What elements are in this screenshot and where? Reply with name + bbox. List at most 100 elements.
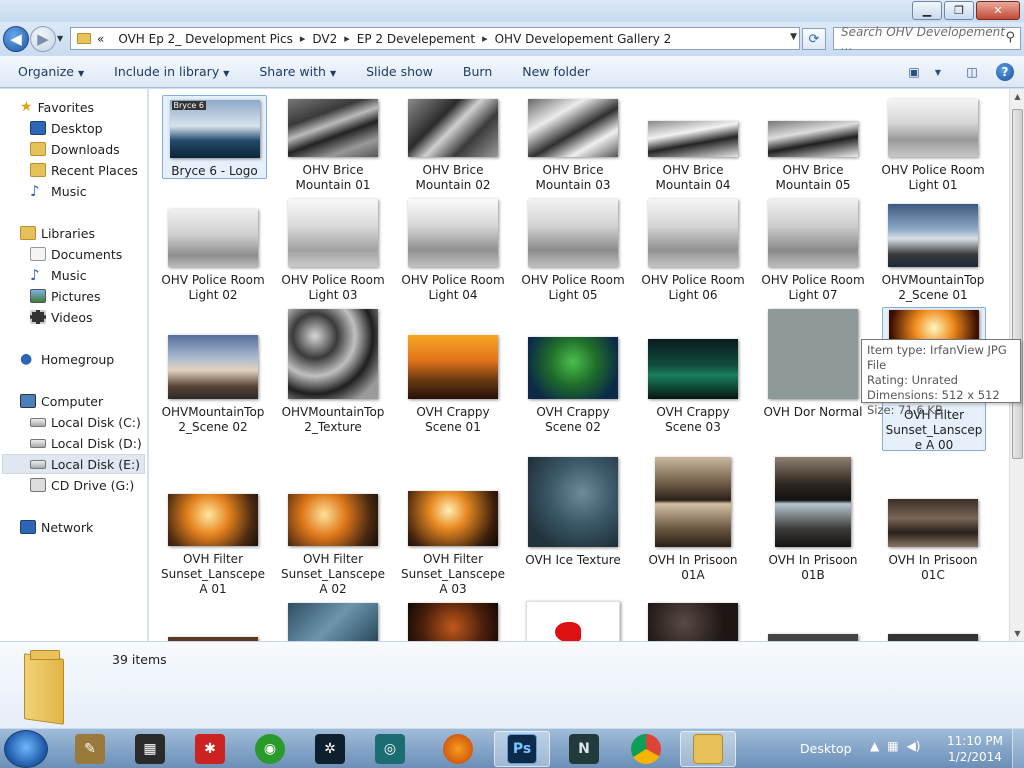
file-item[interactable]: OHV Brice Mountain 02 [399,99,507,193]
refresh-button[interactable]: ⟳ [802,28,826,50]
view-options-icon[interactable]: ▣ [904,62,924,82]
volume-icon[interactable]: ◀) [907,739,921,753]
taskbar-app-scroll-tool[interactable]: ✎ [62,731,118,767]
file-item[interactable]: OHV Brice Mountain 01 [279,99,387,193]
thumbnail [526,601,620,641]
breadcrumb-item[interactable]: DV2 [312,32,337,46]
maximize-button[interactable]: ❐ [944,1,974,20]
thumbnail: Bryce 6 [169,100,260,158]
help-icon[interactable]: ? [996,63,1014,81]
close-button[interactable]: ✕ [976,1,1020,20]
chevron-right-icon[interactable]: ▸ [482,32,488,45]
file-item[interactable]: OHV Brice Mountain 03 [519,99,627,193]
search-input[interactable]: Search OHV Developement ... ⚲ [833,25,1021,53]
file-item[interactable]: OHV Police Room Light 07 [759,199,867,303]
file-item[interactable] [519,601,627,641]
recent-pages-button[interactable]: ▼ [57,34,63,43]
chevron-down-icon[interactable]: ▼ [928,62,948,82]
search-icon[interactable]: ⚲ [1005,30,1015,45]
file-item[interactable]: OVH Filter Sunset_Lanscepe A 01 [159,494,267,597]
file-item[interactable]: OHVMountainTop 2_Scene 02 [159,335,267,435]
include-in-library-button[interactable]: Include in library ▼ [114,64,229,79]
file-item[interactable]: OVH Ice Texture [519,457,627,568]
taskbar-app-chip[interactable]: ▦ [122,731,178,767]
file-item[interactable] [399,603,507,641]
file-item[interactable]: OHV Police Room Light 01 [879,99,987,193]
file-item[interactable]: OHV Brice Mountain 05 [759,99,867,193]
sidebar-item-computer[interactable]: Computer [20,391,166,411]
file-item[interactable]: OHV Police Room Light 05 [519,199,627,303]
taskbar-app-green[interactable]: ◉ [242,731,298,767]
file-item[interactable]: OHVMountainTop 2_Scene 01 [879,204,987,303]
file-name: OVH Crappy Scene 03 [656,405,730,434]
sidebar-item-favorites[interactable]: ★ Favorites [20,97,166,117]
taskbar-app-3dsmax[interactable]: N [556,731,612,767]
address-bar[interactable]: « OVH Ep 2_ Development Pics ▸ DV2 ▸ EP … [70,27,800,50]
file-item[interactable]: OHV Police Room Light 04 [399,199,507,303]
back-button[interactable]: ◀ [3,26,29,52]
taskbar-app-firefox[interactable] [430,731,486,767]
sidebar-item-libraries[interactable]: Libraries [20,223,166,243]
sidebar-item-homegroup[interactable]: ● Homegroup [20,349,166,369]
chevron-down-icon: ▼ [329,69,337,78]
arrow-right-icon: ▶ [37,30,49,48]
file-item[interactable] [759,634,867,641]
taskbar-app-photoshop[interactable]: Ps [494,731,550,767]
taskbar-app-irfanview[interactable]: ✱ [182,731,238,767]
breadcrumb-overflow[interactable]: « [97,32,104,46]
file-item[interactable]: OVH Filter Sunset_Lanscepe A 03 [399,491,507,597]
forward-button[interactable]: ▶ [30,26,56,52]
taskbar-app-fan[interactable]: ✲ [302,731,358,767]
minimize-button[interactable]: ▁ [912,1,942,20]
file-item[interactable]: Bryce 6 Bryce 6 - Logo [162,95,267,179]
file-item[interactable]: OHV Brice Mountain 04 [639,99,747,193]
thumbnail-caption: Bryce 6 [171,101,206,110]
file-item[interactable]: OHV Police Room Light 03 [279,199,387,303]
chevron-down-icon[interactable]: ▼ [790,32,797,42]
file-item[interactable]: OVH In Prisoon 01A [639,457,747,583]
tooltip-rating: Rating: Unrated [867,373,958,387]
breadcrumb-item[interactable]: EP 2 Develepement [357,32,475,46]
taskbar-app-chrome[interactable] [618,731,674,767]
breadcrumb-item[interactable]: OHV Developement Gallery 2 [495,32,672,46]
breadcrumb-item[interactable]: OVH Ep 2_ Development Pics [118,32,293,46]
new-folder-button[interactable]: New folder [522,64,590,79]
file-item[interactable] [639,603,747,641]
preview-pane-icon[interactable]: ◫ [962,62,982,82]
chevron-right-icon[interactable]: ▸ [300,32,306,45]
file-item[interactable]: OVH In Prisoon 01C [879,499,987,583]
organize-button[interactable]: Organize ▼ [18,64,84,79]
sidebar-item-local-disk-e[interactable]: Local Disk (E:) [2,454,145,474]
title-bar: ▁ ❐ ✕ [0,0,1024,22]
chevron-up-icon[interactable]: ▲ [870,739,879,753]
file-item[interactable]: OHVMountainTop 2_Texture [279,309,387,435]
scroll-down-icon[interactable]: ▼ [1010,626,1024,641]
file-item[interactable]: OVH In Prisoon 01B [759,457,867,583]
taskbar-app-explorer[interactable] [680,731,736,767]
share-with-button[interactable]: Share with ▼ [259,64,336,79]
file-item[interactable]: OVH Crappy Scene 02 [519,337,627,435]
sidebar-item-network[interactable]: Network [20,517,166,537]
system-clock[interactable]: 11:10 PM 1/2/2014 [940,733,1010,765]
show-desktop-button[interactable] [1012,729,1024,768]
sidebar-item-label: Homegroup [41,351,115,367]
clock-date: 1/2/2014 [948,750,1002,764]
file-item[interactable]: OVH Dor Normal [759,309,867,420]
sidebar-item-label: Music [51,183,87,199]
file-item[interactable]: OVH Filter Sunset_Lanscepe A 02 [279,494,387,597]
taskbar-app-3d[interactable]: ◎ [362,731,418,767]
slide-show-button[interactable]: Slide show [366,64,433,79]
start-button[interactable] [4,730,48,768]
desktop-toolbar-label[interactable]: Desktop [800,741,852,756]
scroll-up-icon[interactable]: ▲ [1010,89,1024,104]
file-item[interactable]: OHV Police Room Light 06 [639,199,747,303]
burn-button[interactable]: Burn [463,64,492,79]
star-icon: ★ [20,99,33,115]
network-status-icon[interactable]: ▦ [887,739,898,753]
chevron-right-icon[interactable]: ▸ [344,32,350,45]
file-item[interactable] [279,603,387,641]
file-item[interactable] [879,634,987,641]
file-item[interactable]: OHV Police Room Light 02 [159,209,267,303]
file-item[interactable]: OVH Crappy Scene 03 [639,339,747,435]
file-item[interactable]: OVH Crappy Scene 01 [399,335,507,435]
